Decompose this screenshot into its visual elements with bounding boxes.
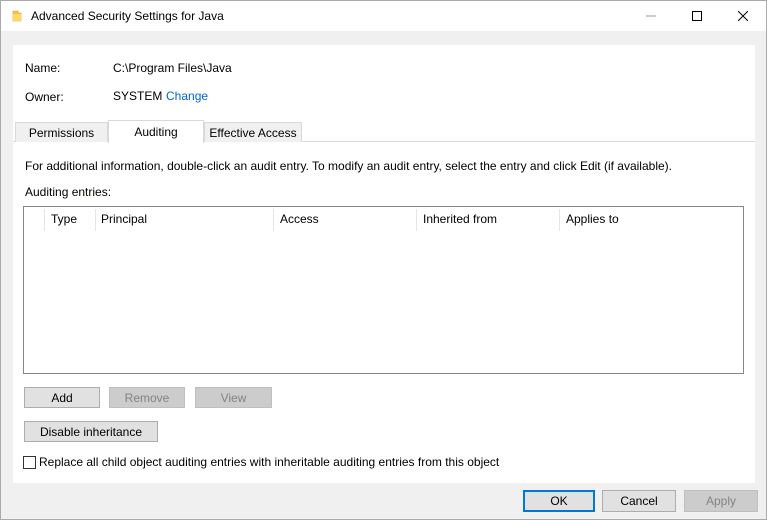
- apply-button[interactable]: Apply: [684, 490, 758, 512]
- view-button[interactable]: View: [195, 387, 272, 408]
- tab-auditing[interactable]: Auditing: [108, 120, 204, 143]
- maximize-icon: [692, 11, 702, 21]
- dialog-content: Name: C:\Program Files\Java Owner: SYSTE…: [13, 45, 755, 483]
- window-title: Advanced Security Settings for Java: [31, 9, 224, 23]
- minimize-icon: [646, 15, 656, 17]
- tab-effective-access[interactable]: Effective Access: [204, 122, 302, 142]
- cancel-button[interactable]: Cancel: [602, 490, 676, 512]
- auditing-entries-list[interactable]: Type Principal Access Inherited from App…: [23, 206, 744, 374]
- close-icon: [738, 11, 748, 21]
- change-owner-link[interactable]: Change: [166, 89, 208, 103]
- minimize-button[interactable]: [628, 1, 674, 31]
- tab-permissions[interactable]: Permissions: [15, 122, 108, 142]
- close-button[interactable]: [720, 1, 766, 31]
- owner-value: SYSTEM: [113, 89, 163, 103]
- title-bar[interactable]: Advanced Security Settings for Java: [1, 1, 766, 31]
- name-label: Name:: [25, 61, 61, 75]
- column-header-type[interactable]: Type: [45, 207, 95, 231]
- column-header-applies-to[interactable]: Applies to: [560, 207, 710, 231]
- name-value: C:\Program Files\Java: [113, 61, 232, 75]
- maximize-button[interactable]: [674, 1, 720, 31]
- ok-button[interactable]: OK: [523, 490, 595, 512]
- remove-button[interactable]: Remove: [109, 387, 185, 408]
- folder-icon: [12, 10, 22, 22]
- auditing-info-text: For additional information, double-click…: [25, 159, 672, 173]
- replace-child-entries-label[interactable]: Replace all child object auditing entrie…: [39, 455, 499, 469]
- column-header-access[interactable]: Access: [274, 207, 416, 231]
- add-button[interactable]: Add: [24, 387, 100, 408]
- column-header-principal[interactable]: Principal: [95, 207, 273, 231]
- auditing-entries-label: Auditing entries:: [25, 185, 112, 199]
- replace-child-entries-checkbox[interactable]: [23, 456, 36, 469]
- disable-inheritance-button[interactable]: Disable inheritance: [24, 421, 158, 442]
- advanced-security-settings-window: Advanced Security Settings for Java Name…: [0, 0, 767, 520]
- column-header-inherited-from[interactable]: Inherited from: [417, 207, 559, 231]
- owner-label: Owner:: [25, 90, 64, 104]
